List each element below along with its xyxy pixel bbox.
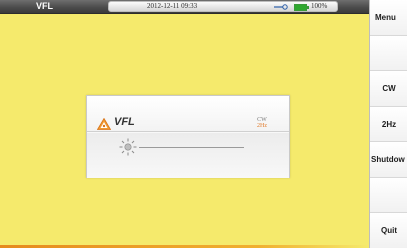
status-bar: 2012-12-11 09:33 100%: [108, 1, 338, 12]
laser-warning-icon: [97, 118, 111, 130]
laser-emission-icon: [119, 138, 137, 156]
quit-button[interactable]: Quit: [370, 213, 407, 248]
cw-button[interactable]: CW: [370, 71, 407, 107]
vfl-label: VFL: [114, 116, 135, 128]
vfl-panel-body: [87, 133, 289, 178]
softkey-sidebar: Menu CW 2Hz Shutdow Quit: [369, 0, 407, 248]
connection-icon: [274, 4, 288, 10]
app-title: VFL: [36, 1, 53, 11]
mode-indicator: CW 2Hz: [257, 117, 267, 129]
vfl-panel-header: VFL CW 2Hz: [87, 96, 289, 132]
shutdown-button[interactable]: Shutdow: [370, 142, 407, 178]
vfl-screen: VFL 2012-12-11 09:33 100% VFL CW 2Hz Men…: [0, 0, 407, 248]
battery-level: 100%: [311, 2, 328, 10]
empty-softkey-2[interactable]: [370, 178, 407, 213]
main-area: VFL 2012-12-11 09:33 100% VFL CW 2Hz: [0, 0, 369, 248]
datetime-label: 2012-12-11 09:33: [147, 2, 198, 10]
laser-beam-line: [139, 147, 244, 148]
mode-2hz-label: 2Hz: [257, 123, 267, 129]
vfl-panel: VFL CW 2Hz: [86, 95, 290, 178]
2hz-button[interactable]: 2Hz: [370, 107, 407, 142]
empty-softkey-1[interactable]: [370, 36, 407, 71]
menu-button[interactable]: Menu: [370, 0, 407, 36]
battery-icon: [294, 3, 309, 11]
title-bar: VFL 2012-12-11 09:33 100%: [0, 0, 369, 14]
